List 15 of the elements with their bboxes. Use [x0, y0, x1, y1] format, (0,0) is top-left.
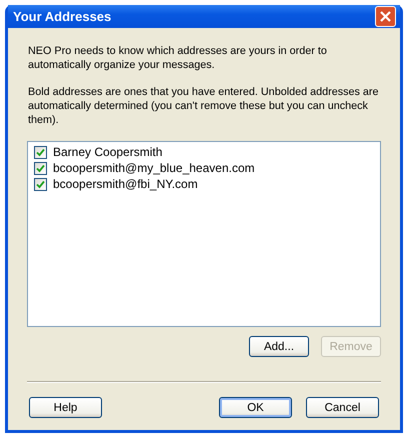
intro-text: NEO Pro needs to know which addresses are yours in order to automatically organize your messages. — [28, 44, 328, 72]
dialog-button[interactable]: Help — [29, 397, 102, 418]
address-item[interactable]: Barney Coopersmith — [53, 145, 162, 159]
checkbox[interactable] — [34, 146, 47, 158]
address-item[interactable]: bcoopersmith@fbi_NY.com — [53, 177, 198, 191]
checkbox[interactable] — [34, 162, 47, 174]
dialog-button[interactable]: OK — [219, 397, 292, 418]
window-title: Your Addresses — [13, 9, 112, 24]
note-text: Bold addresses are ones that you have entered. Unbolded addresses are automatically determined (you can't remove these but you can uncheck them). — [28, 85, 380, 127]
close-icon — [380, 11, 391, 22]
list-button[interactable]: Add... — [249, 336, 309, 357]
address-item[interactable]: bcoopersmith@my_blue_heaven.com — [53, 161, 255, 175]
close-button[interactable] — [375, 6, 396, 27]
dialog-button[interactable]: Cancel — [306, 397, 379, 418]
checkbox[interactable] — [34, 178, 47, 190]
